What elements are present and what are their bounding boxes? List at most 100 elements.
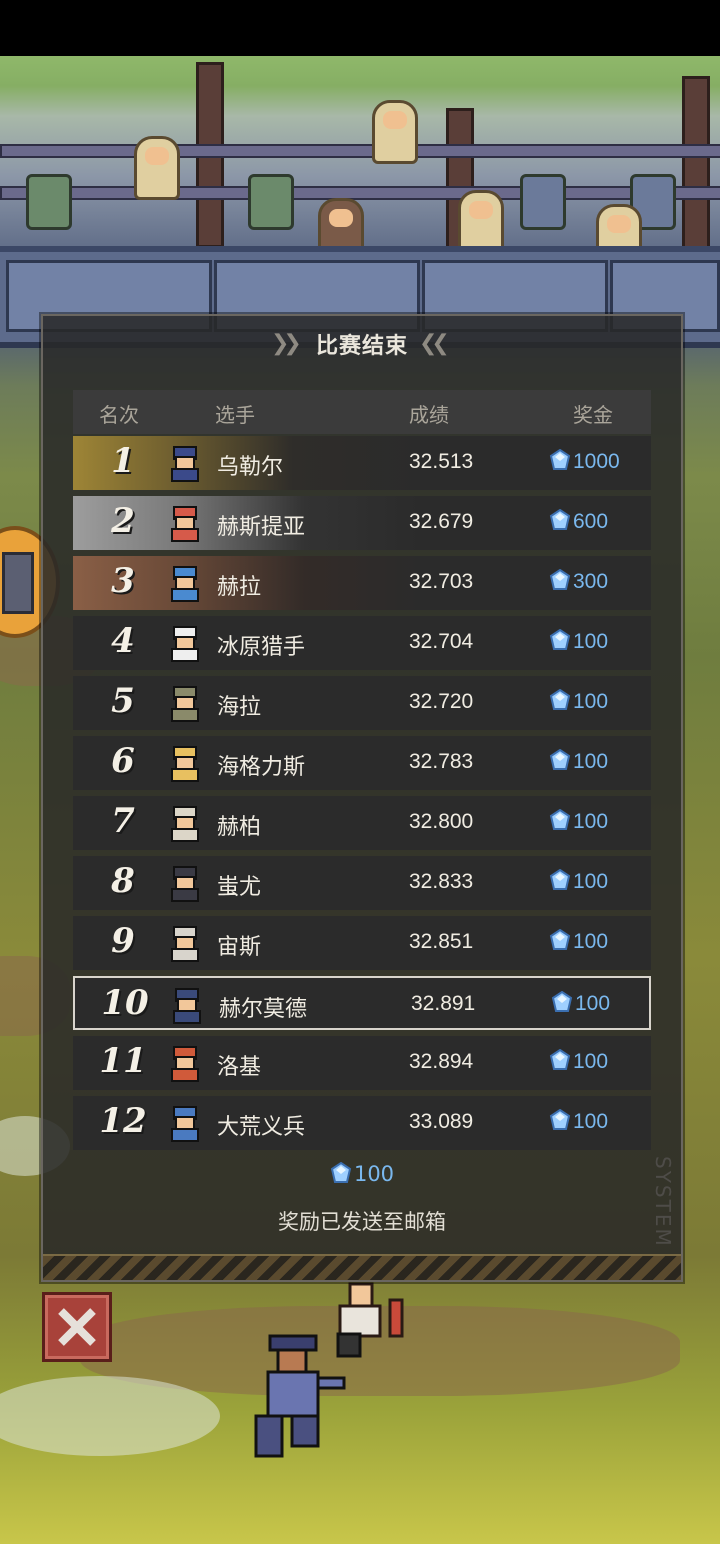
chevron-left-icon: ❮❮	[419, 331, 450, 356]
prize-value: 100	[575, 992, 611, 1015]
diamond-icon	[549, 629, 571, 650]
player-score: 32.800	[409, 810, 474, 833]
player-score: 32.704	[409, 630, 474, 653]
player-name: 赫拉	[217, 575, 262, 600]
spectator	[372, 100, 418, 164]
player-name: 乌勒尔	[217, 455, 284, 480]
player-name: 赫尔莫德	[219, 997, 308, 1022]
blue-cap-icon	[171, 1106, 199, 1142]
rank-number: 2	[111, 501, 135, 541]
prize-value: 100	[573, 930, 609, 953]
rank-number: 10	[101, 983, 149, 1023]
blue-hat-icon	[171, 446, 199, 482]
ranking-row[interactable]: 7 赫柏 32.800 100	[73, 796, 651, 850]
player-score: 32.720	[409, 690, 474, 713]
spectator	[458, 190, 504, 254]
ranking-row[interactable]: 4 冰原猎手 32.704 100	[73, 616, 651, 670]
diamond-icon	[549, 749, 571, 770]
status-bar	[0, 0, 720, 56]
prize-value: 600	[573, 510, 609, 533]
player-name: 蚩尤	[217, 875, 262, 900]
player-name: 赫斯提亚	[217, 515, 306, 540]
player-prize: 100	[551, 991, 610, 1016]
barrel	[520, 174, 566, 230]
fence-rail	[0, 186, 720, 200]
ranking-row[interactable]: 6 海格力斯 32.783 100	[73, 736, 651, 790]
player-prize: 600	[549, 509, 608, 534]
diamond-icon	[549, 929, 571, 950]
fence-rail	[0, 144, 720, 158]
player-score: 32.851	[409, 930, 474, 953]
player-score: 32.679	[409, 510, 474, 533]
panel-title: 比赛结束	[315, 334, 408, 359]
hazard-stripe	[43, 1254, 681, 1280]
total-reward: 100	[43, 1162, 681, 1186]
player-score: 32.833	[409, 870, 474, 893]
prize-value: 100	[573, 690, 609, 713]
ranking-row[interactable]: 5 海拉 32.720 100	[73, 676, 651, 730]
rank-number: 12	[99, 1101, 147, 1141]
ranking-row[interactable]: 9 宙斯 32.851 100	[73, 916, 651, 970]
rank-number: 5	[111, 681, 135, 721]
player-prize: 1000	[549, 449, 620, 474]
ranking-row[interactable]: 10 赫尔莫德 32.891 100	[73, 976, 651, 1030]
ranking-row[interactable]: 12 大荒义兵 33.089 100	[73, 1096, 651, 1150]
header-score: 成绩	[409, 403, 449, 427]
player-name: 赫柏	[217, 815, 262, 840]
chef-red-hair-icon	[171, 506, 199, 542]
blonde-icon	[171, 746, 199, 782]
player-score: 32.703	[409, 570, 474, 593]
player-prize: 100	[549, 869, 608, 894]
header-prize: 奖金	[573, 403, 613, 427]
diamond-icon	[549, 809, 571, 830]
rank-number: 3	[111, 561, 135, 601]
prize-value: 1000	[573, 450, 620, 473]
old-man-icon	[171, 926, 199, 962]
player-name: 海格力斯	[217, 755, 306, 780]
player-prize: 100	[549, 1109, 608, 1134]
prize-value: 100	[573, 630, 609, 653]
rank-number: 8	[111, 861, 135, 901]
prize-value: 100	[573, 1050, 609, 1073]
dark-mask-icon	[171, 866, 199, 902]
ranking-row[interactable]: 1 乌勒尔 32.513 1000	[73, 436, 651, 490]
mail-notice: 奖励已发送至邮箱	[278, 1210, 446, 1234]
rank-number: 7	[111, 801, 135, 841]
player-score: 32.783	[409, 750, 474, 773]
diamond-icon	[549, 1049, 571, 1070]
pole	[682, 76, 710, 252]
header-rank: 名次	[99, 403, 139, 427]
ranking-row[interactable]: 8 蚩尤 32.833 100	[73, 856, 651, 910]
prize-value: 100	[573, 870, 609, 893]
spectator	[134, 136, 180, 200]
diamond-icon	[549, 509, 571, 530]
rank-number: 1	[111, 441, 135, 481]
player-prize: 100	[549, 1049, 608, 1074]
diamond-icon	[549, 1109, 571, 1130]
player-name: 宙斯	[217, 935, 262, 960]
diamond-icon	[549, 569, 571, 590]
ranking-row[interactable]: 3 赫拉 32.703 300	[73, 556, 651, 610]
dust-cloud	[0, 1376, 220, 1456]
ranking-row[interactable]: 11 洛基 32.894 100	[73, 1036, 651, 1090]
rank-number: 11	[99, 1041, 147, 1081]
rank-number: 6	[111, 741, 135, 781]
ranking-row[interactable]: 2 赫斯提亚 32.679 600	[73, 496, 651, 550]
pale-hair-icon	[171, 806, 199, 842]
grey-hood-icon	[171, 686, 199, 722]
player-runner-sprite	[254, 1334, 346, 1458]
player-name: 冰原猎手	[217, 635, 306, 660]
player-prize: 100	[549, 929, 608, 954]
close-button[interactable]	[42, 1292, 112, 1362]
close-icon	[58, 1308, 96, 1346]
helmet-icon	[173, 988, 201, 1024]
prize-value: 100	[573, 1110, 609, 1133]
player-prize: 100	[549, 749, 608, 774]
player-prize: 100	[549, 689, 608, 714]
player-name: 洛基	[217, 1055, 262, 1080]
prize-value: 300	[573, 570, 609, 593]
player-prize: 100	[549, 629, 608, 654]
blue-hair-icon	[171, 566, 199, 602]
prize-value: 100	[573, 810, 609, 833]
player-prize: 100	[549, 809, 608, 834]
